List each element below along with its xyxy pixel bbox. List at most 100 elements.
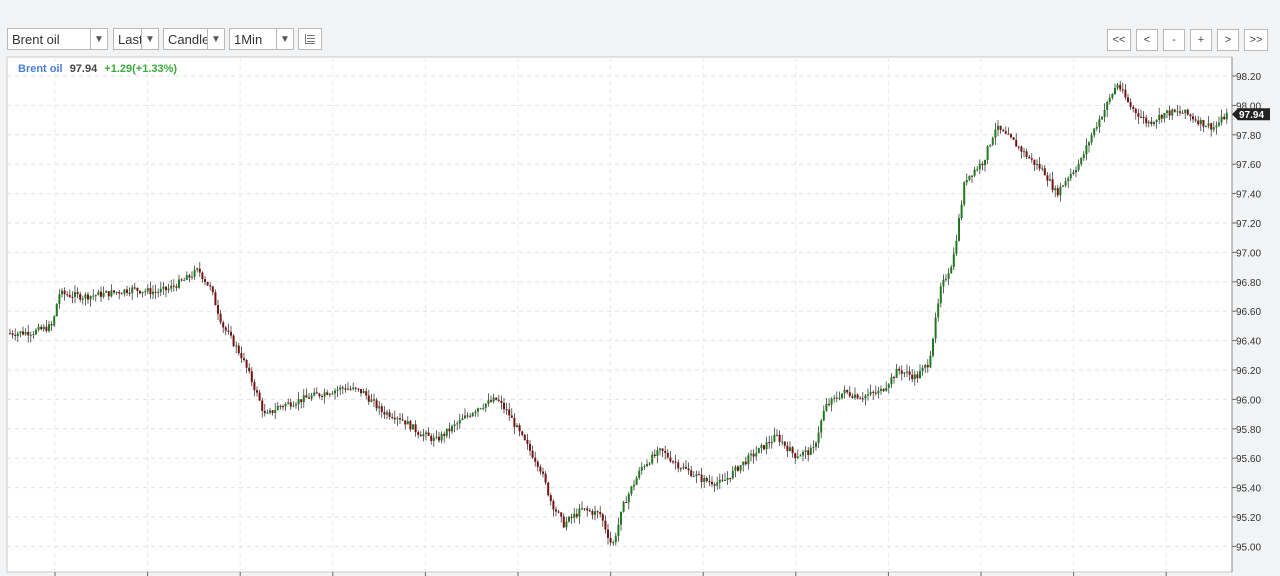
candle-body bbox=[640, 467, 643, 471]
candle-body bbox=[601, 514, 604, 521]
y-tick-label: 97.00 bbox=[1236, 248, 1261, 259]
candle-body bbox=[742, 461, 745, 466]
candle-body bbox=[656, 450, 659, 457]
candle-body bbox=[414, 424, 417, 433]
candle-body bbox=[214, 292, 217, 306]
candle-body bbox=[14, 334, 17, 337]
candle-body bbox=[586, 508, 589, 511]
candle-body bbox=[864, 395, 867, 399]
candle-body bbox=[932, 338, 934, 356]
candle-body bbox=[266, 412, 269, 414]
candle-body bbox=[898, 368, 901, 371]
candle-body bbox=[453, 424, 456, 426]
candle-body bbox=[739, 465, 742, 471]
price-chart[interactable]: 98.2098.0097.8097.6097.4097.2097.0096.80… bbox=[0, 0, 1280, 576]
candle-body bbox=[893, 377, 895, 379]
candle-body bbox=[1077, 163, 1080, 170]
candle-body bbox=[882, 388, 885, 391]
candle-body bbox=[92, 295, 95, 297]
candle-body bbox=[965, 179, 968, 183]
candle-body bbox=[102, 292, 105, 297]
candle-body bbox=[287, 402, 290, 404]
candle-body bbox=[401, 419, 404, 421]
candle bbox=[547, 481, 550, 497]
candle-body bbox=[581, 508, 583, 510]
candle-body bbox=[661, 448, 664, 451]
candle-body bbox=[557, 511, 560, 513]
candle-body bbox=[188, 275, 191, 278]
candle-body bbox=[848, 392, 851, 396]
candle-body bbox=[1025, 151, 1028, 157]
candle-body bbox=[365, 391, 368, 396]
candle-body bbox=[302, 395, 305, 403]
candle-body bbox=[399, 418, 401, 420]
candle-body bbox=[1150, 121, 1153, 124]
y-tick-label: 96.00 bbox=[1236, 395, 1261, 406]
candle-body bbox=[81, 298, 84, 300]
candle-body bbox=[536, 461, 539, 467]
candle-body bbox=[778, 434, 781, 442]
candle bbox=[232, 334, 235, 348]
candle-body bbox=[1132, 106, 1135, 109]
candle-body bbox=[258, 392, 261, 401]
candle-body bbox=[939, 286, 942, 304]
candle-body bbox=[154, 291, 157, 293]
candle-body bbox=[505, 409, 508, 411]
candle-body bbox=[750, 453, 752, 456]
candle-body bbox=[396, 418, 399, 420]
candle-body bbox=[596, 511, 599, 513]
candle-body bbox=[1127, 97, 1129, 103]
candle-body bbox=[74, 292, 76, 297]
candle-body bbox=[417, 432, 420, 435]
candle-body bbox=[29, 334, 32, 336]
candle-body bbox=[435, 436, 438, 438]
candle-body bbox=[282, 406, 284, 408]
candle-body bbox=[731, 470, 734, 479]
candle-body bbox=[588, 510, 591, 512]
y-tick-label: 97.60 bbox=[1236, 160, 1261, 171]
candle-body bbox=[791, 447, 794, 454]
candle-body bbox=[815, 442, 817, 448]
candle-body bbox=[695, 474, 698, 477]
candle-body bbox=[183, 279, 186, 281]
candle-body bbox=[370, 399, 373, 402]
candle-body bbox=[503, 402, 505, 410]
candle-body bbox=[744, 461, 747, 465]
candle-body bbox=[1220, 116, 1223, 123]
candle-body bbox=[271, 410, 274, 413]
candle-body bbox=[172, 285, 175, 287]
candle-body bbox=[1166, 110, 1168, 113]
candle-body bbox=[620, 511, 622, 525]
candle-body bbox=[222, 322, 225, 328]
candle-body bbox=[1082, 154, 1085, 159]
candle-body bbox=[552, 501, 555, 510]
candle-body bbox=[224, 327, 227, 331]
candle-body bbox=[1103, 109, 1106, 118]
candle-body bbox=[55, 303, 58, 317]
candle-body bbox=[838, 398, 841, 400]
candle-body bbox=[170, 285, 173, 289]
candle-body bbox=[685, 466, 687, 469]
candle-body bbox=[167, 288, 170, 291]
candle-body bbox=[1017, 146, 1020, 148]
candle-body bbox=[131, 287, 134, 294]
candle-body bbox=[747, 455, 750, 465]
candle-body bbox=[1140, 116, 1142, 118]
candle bbox=[757, 447, 760, 454]
candle-body bbox=[1059, 186, 1062, 196]
candle-body bbox=[856, 394, 859, 399]
candle-body bbox=[822, 410, 825, 421]
candle-body bbox=[1168, 110, 1171, 116]
candle-body bbox=[323, 392, 326, 397]
candle-body bbox=[300, 399, 303, 403]
candle-body bbox=[253, 382, 256, 391]
candle-body bbox=[367, 395, 370, 402]
candle-body bbox=[1171, 109, 1174, 116]
candle-body bbox=[458, 419, 461, 424]
candle-body bbox=[679, 468, 682, 470]
candle-body bbox=[523, 434, 526, 440]
candle-body bbox=[495, 397, 498, 400]
candle-body bbox=[1062, 185, 1064, 187]
y-tick-label: 96.80 bbox=[1236, 278, 1261, 289]
candle-body bbox=[388, 412, 391, 417]
